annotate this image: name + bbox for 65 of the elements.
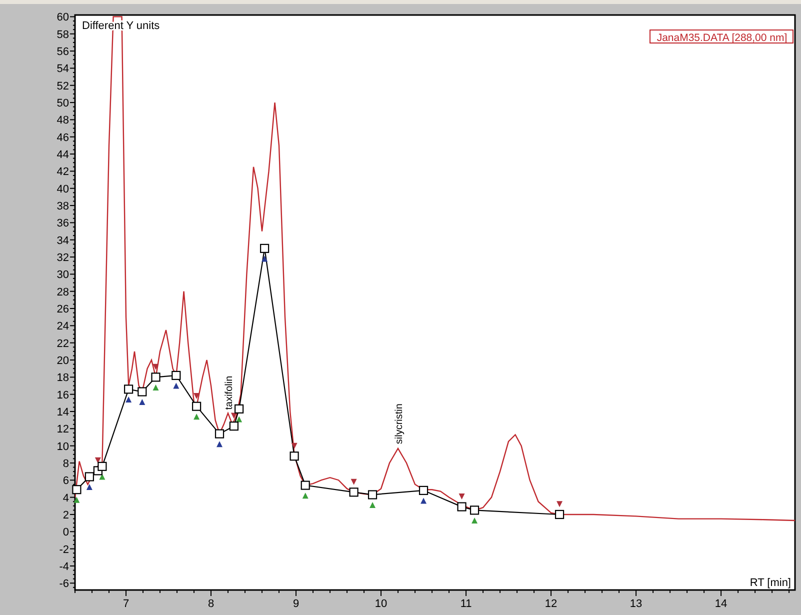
legend-entry: JanaM35.DATA [288,00 nm]	[650, 30, 794, 44]
x-tick-label: 9	[292, 598, 300, 610]
y-tick-label: 2	[62, 509, 69, 522]
y-tick-label: 60	[56, 12, 69, 24]
y-tick-label: 4	[62, 492, 69, 504]
y-tick-label: 22	[56, 338, 69, 350]
x-tick-label: 10	[374, 598, 388, 610]
peak-point-marker	[138, 387, 147, 396]
peak-point-marker	[84, 472, 94, 482]
x-tick-label: 13	[630, 598, 642, 610]
peak-point-marker	[192, 402, 202, 411]
peak-point-marker	[300, 480, 310, 490]
y-tick-label: 16	[56, 389, 69, 402]
peak-point-marker	[214, 429, 224, 438]
peak-point-marker	[98, 462, 107, 471]
y-tick-label: 8	[62, 458, 69, 470]
peak-point-marker	[349, 488, 358, 497]
y-tick-label: -6	[59, 578, 69, 590]
x-tick-label: 12	[544, 598, 558, 610]
y-tick-label: 24	[56, 320, 69, 333]
y-tick-label: 34	[56, 234, 69, 247]
peak-point-marker	[554, 510, 564, 520]
y-tick-label: 58	[56, 28, 69, 41]
x-tick-label: 11	[460, 598, 472, 610]
y-tick-label: 18	[56, 372, 69, 384]
y-tick-label: -2	[59, 544, 69, 556]
y-tick-label: 46	[56, 132, 69, 144]
y-tick-label: 20	[56, 355, 69, 367]
peak-point-marker	[418, 486, 428, 495]
peak-point-marker	[260, 244, 270, 253]
peak-point-marker	[234, 404, 244, 414]
peak-point-marker	[172, 370, 181, 380]
y-tick-label: 12	[56, 424, 69, 436]
y-tick-label: 44	[56, 149, 69, 162]
y-tick-label: 48	[56, 114, 69, 127]
y-tick-label: 36	[56, 218, 69, 230]
y-tick-label: 38	[56, 200, 69, 213]
y-tick-label: 28	[56, 286, 69, 298]
x-axis-label: RT [min]	[750, 577, 791, 589]
peak-point-marker	[457, 502, 466, 512]
peak-label: taxifolin	[224, 376, 235, 410]
peak-label: silycristin	[394, 404, 406, 444]
y-tick-label: 30	[56, 269, 69, 282]
y-tick-label: 40	[56, 183, 69, 196]
y-tick-label: 42	[56, 166, 69, 178]
peak-point-marker	[151, 372, 160, 382]
x-tick-label: 14	[714, 598, 728, 610]
peak-point-marker	[124, 384, 134, 394]
y-tick-label: 14	[56, 406, 69, 418]
peak-point-marker	[290, 452, 299, 461]
y-tick-label: 52	[56, 80, 69, 92]
peak-point-marker	[368, 490, 378, 500]
y-tick-label: 50	[56, 98, 69, 110]
peak-point-marker	[470, 506, 480, 515]
y-tick-label: 10	[56, 440, 69, 453]
peak-point-marker	[229, 422, 239, 431]
y-tick-label: 26	[56, 304, 69, 316]
y-tick-label: -4	[59, 560, 69, 573]
y-tick-label: 56	[56, 46, 69, 58]
y-tick-label: 32	[56, 252, 69, 264]
x-tick-label: 8	[208, 598, 214, 610]
x-tick-label: 7	[122, 598, 130, 610]
y-tick-label: 54	[56, 63, 69, 76]
y-tick-label: 0	[62, 526, 69, 539]
y-tick-label: 6	[62, 475, 69, 488]
